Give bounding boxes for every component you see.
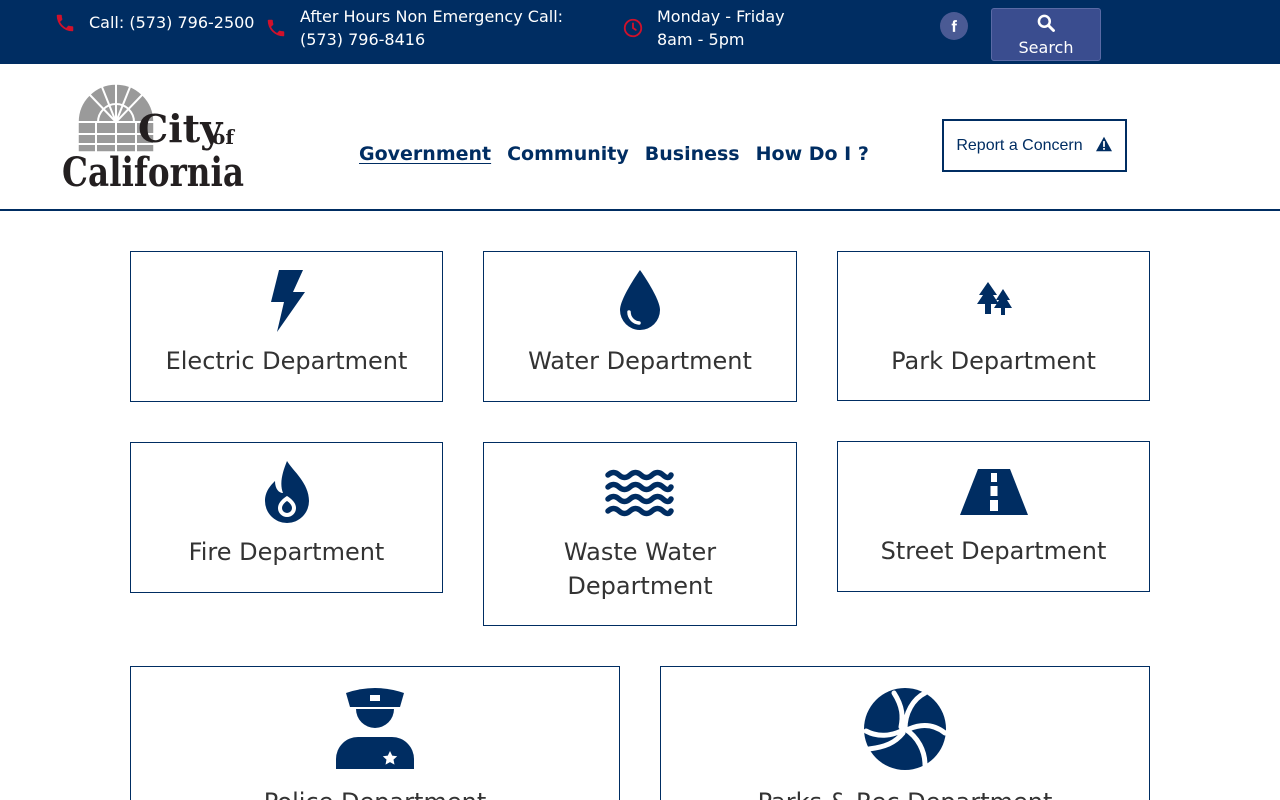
department-name: Electric Department [165, 347, 408, 375]
call-number: Call: (573) 796-2500 [89, 13, 255, 32]
hours-time: 8am - 5pm [657, 30, 745, 49]
clock-icon [622, 17, 644, 39]
phone-icon [54, 12, 76, 34]
lightning-bolt-icon [267, 270, 307, 332]
call-phone-link[interactable]: Call: (573) 796-2500 [54, 11, 254, 34]
report-concern-button[interactable]: Report a Concern [942, 119, 1127, 172]
department-card-park[interactable]: Park Department [837, 251, 1150, 401]
department-name: Park Department [891, 347, 1096, 375]
nav-how-do-i[interactable]: How Do I ? [756, 142, 869, 166]
water-drop-icon [618, 270, 662, 332]
water-waves-icon [605, 469, 675, 517]
department-name: Waste Water Department [563, 538, 717, 600]
department-name: Street Department [880, 537, 1107, 565]
department-name: Fire Department [188, 538, 385, 566]
office-hours: Monday - Friday 8am - 5pm [622, 5, 785, 51]
hours-days: Monday - Friday [657, 7, 785, 26]
logo-city-text: City [138, 106, 223, 151]
nav-community[interactable]: Community [507, 142, 629, 166]
after-hours-phone-link[interactable]: After Hours Non Emergency Call: (573) 79… [265, 5, 563, 51]
after-hours-text: After Hours Non Emergency Call: (573) 79… [300, 5, 563, 51]
department-card-street[interactable]: Street Department [837, 441, 1150, 592]
after-hours-label: After Hours Non Emergency Call: [300, 7, 564, 26]
flame-icon [263, 461, 311, 523]
city-logo[interactable]: City of California [60, 82, 250, 192]
facebook-icon[interactable] [940, 12, 968, 40]
logo-california-text: California [62, 149, 244, 192]
site-header: City of California Government Community … [0, 64, 1280, 211]
department-card-parks-rec[interactable]: Parks & Rec Department [660, 666, 1150, 800]
volleyball-icon [863, 687, 947, 771]
department-card-fire[interactable]: Fire Department [130, 442, 443, 593]
road-icon [959, 469, 1028, 515]
department-card-water[interactable]: Water Department [483, 251, 797, 402]
warning-icon [1095, 136, 1113, 156]
department-card-police[interactable]: Police Department [130, 666, 620, 800]
search-icon [1036, 13, 1056, 37]
report-concern-label: Report a Concern [956, 136, 1083, 154]
after-hours-number: (573) 796-8416 [300, 30, 426, 49]
department-card-electric[interactable]: Electric Department [130, 251, 443, 402]
department-name: Parks & Rec Department [671, 785, 1139, 800]
logo-of-text: of [212, 125, 235, 149]
police-officer-icon [336, 687, 414, 769]
department-name: Police Department [141, 785, 609, 800]
department-card-waste-water[interactable]: Waste Water Department [483, 442, 797, 626]
top-utility-bar: Call: (573) 796-2500 After Hours Non Eme… [0, 0, 1280, 64]
phone-icon [265, 17, 287, 39]
hours-text: Monday - Friday 8am - 5pm [657, 5, 785, 51]
department-name: Water Department [528, 347, 752, 375]
search-button[interactable]: Search [991, 8, 1101, 61]
nav-government[interactable]: Government [359, 142, 491, 166]
main-nav: Government Community Business How Do I ? [359, 142, 869, 166]
search-label: Search [1018, 37, 1074, 57]
nav-business[interactable]: Business [645, 142, 740, 166]
trees-icon [976, 282, 1012, 316]
